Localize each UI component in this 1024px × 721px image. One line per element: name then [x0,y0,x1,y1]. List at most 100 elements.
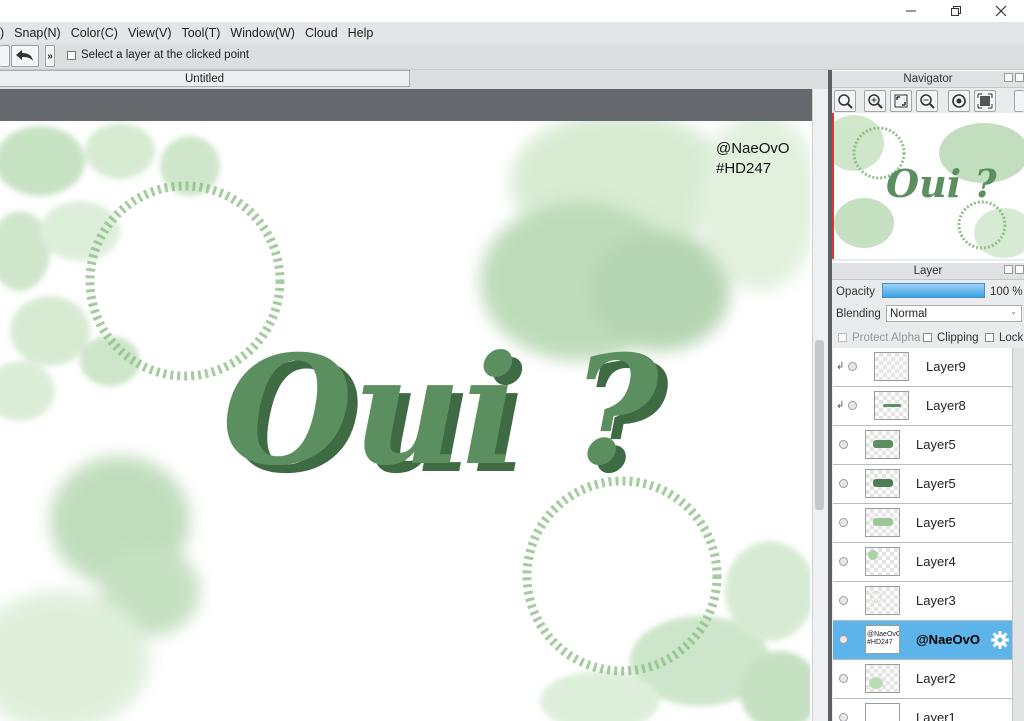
lock-option[interactable]: Lock [985,332,1023,344]
layer-panel-title: Layer [913,265,943,277]
visibility-toggle-icon[interactable] [839,674,848,683]
fullscreen-icon [977,93,993,109]
layer-list-scrollbar[interactable] [1012,348,1024,721]
select-layer-label: Select a layer at the clicked point [81,49,250,61]
chevron-down-icon: ⌄ [1010,307,1017,316]
drawing-canvas[interactable]: Oui ? Oui ? @NaeOvO #HD247 [0,121,810,721]
layer-panel-close-icon[interactable] [1015,265,1024,274]
layer-thumbnail [874,391,909,420]
wash-bottom-left [0,456,200,721]
visibility-toggle-icon[interactable] [839,479,848,488]
menu-item-window[interactable]: Window(W) [225,26,300,40]
visibility-toggle-icon[interactable] [848,401,857,410]
visibility-toggle-icon[interactable] [839,557,848,566]
document-tab[interactable]: Untitled [0,70,410,87]
visibility-toggle-icon[interactable] [839,635,848,644]
layer-thumbnail [865,547,900,576]
gear-icon[interactable] [990,630,1010,650]
watermark-handle: @NaeOvO [716,140,790,157]
menu-item-snap[interactable]: Snap(N) [9,26,66,40]
select-layer-checkbox[interactable] [67,51,76,60]
menu-item-view[interactable]: View(V) [123,26,177,40]
zoom-actual-button[interactable] [834,90,856,112]
rotate-icon [952,94,966,108]
layer-row[interactable]: Layer5 [833,426,1012,465]
layer-row-selected[interactable]: @NaeOvO #HD247 @NaeOvO [833,621,1012,660]
layer-panel-undock-icon[interactable] [1004,265,1013,274]
layer-row[interactable]: ↲ Layer8 [833,387,1012,426]
zoom-out-button[interactable] [916,90,938,112]
close-icon [995,5,1007,17]
fit-window-button[interactable] [890,90,912,112]
minimize-button[interactable] [888,0,934,22]
canvas-scroll-thumb[interactable] [815,340,824,510]
zoom-out-icon [920,94,935,109]
leaf-cluster-bottom-right [540,541,810,721]
layer-thumbnail [865,703,900,721]
navigator-preview[interactable]: Oui ? [832,113,1024,259]
opacity-value: 100 % [990,286,1023,298]
layer-thumbnail [874,352,909,381]
toolbar-partial-button[interactable] [0,45,10,67]
protect-alpha-option[interactable]: Protect Alpha [838,332,920,344]
layer-thumbnail [865,430,900,459]
menu-item-partial[interactable]: ) [0,26,9,40]
layer-list: ↲ Layer9 ↲ Layer8 Layer5 Layer5 Layer5 L… [833,348,1012,721]
navigator-thumbnail: Oui ? [834,115,1024,258]
navigator-undock-icon[interactable] [1004,73,1013,82]
leaf-cluster-top-left [0,123,220,421]
visibility-toggle-icon[interactable] [839,518,848,527]
layer-thumbnail [865,586,900,615]
navigator-more-button[interactable] [1014,90,1024,112]
menu-item-color[interactable]: Color(C) [66,26,123,40]
clipping-option[interactable]: Clipping [923,332,979,344]
layer-row[interactable]: Layer2 [833,660,1012,699]
title-bar [0,0,1024,22]
clipping-label: Clipping [937,332,979,344]
layer-row[interactable]: Layer5 [833,504,1012,543]
layer-row[interactable]: Layer4 [833,543,1012,582]
navigator-close-icon[interactable] [1015,73,1024,82]
toolbar-more-button[interactable]: » [45,45,55,67]
opacity-label: Opacity [836,286,875,298]
visibility-toggle-icon[interactable] [839,596,848,605]
blending-value: Normal [890,307,928,320]
navigator-header: Navigator [832,71,1024,88]
visibility-toggle-icon[interactable] [848,362,857,371]
visibility-toggle-icon[interactable] [839,713,848,721]
watermark-tag: #HD247 [716,160,772,177]
zoom-in-button[interactable] [864,90,886,112]
undo-button[interactable] [11,45,39,67]
lock-checkbox[interactable] [985,333,994,342]
layer-name: Layer3 [916,593,956,608]
layer-name: @NaeOvO [916,632,980,647]
rotate-button[interactable] [948,90,970,112]
layer-thumbnail [865,508,900,537]
fullscreen-button[interactable] [974,90,996,112]
menu-item-cloud[interactable]: Cloud [300,26,343,40]
visibility-toggle-icon[interactable] [839,440,848,449]
restore-button[interactable] [933,0,979,22]
navigator-lettering: Oui ? [886,161,997,206]
layer-row[interactable]: Layer3 [833,582,1012,621]
navigator-title: Navigator [903,73,953,85]
blending-select[interactable]: Normal ⌄ [886,305,1022,322]
canvas-background [0,89,812,121]
thumb-text-tag: #HD247 [867,639,893,646]
layer-name: Layer2 [916,671,956,686]
layer-thumbnail [865,664,900,693]
layer-row[interactable]: ↲ Layer9 [833,348,1012,387]
close-button[interactable] [978,0,1024,22]
clipping-arrow-icon: ↲ [836,400,845,411]
menu-item-help[interactable]: Help [343,26,379,40]
layer-row[interactable]: Layer1 [833,699,1012,721]
opacity-slider[interactable] [882,283,985,298]
protect-alpha-checkbox[interactable] [838,333,847,342]
menu-item-tool[interactable]: Tool(T) [176,26,225,40]
clipping-checkbox[interactable] [923,333,932,342]
layer-name: Layer4 [916,554,956,569]
undo-arrow-icon [16,50,33,61]
layer-row[interactable]: Layer5 [833,465,1012,504]
layer-name: Layer5 [916,515,956,530]
layer-thumbnail [865,469,900,498]
